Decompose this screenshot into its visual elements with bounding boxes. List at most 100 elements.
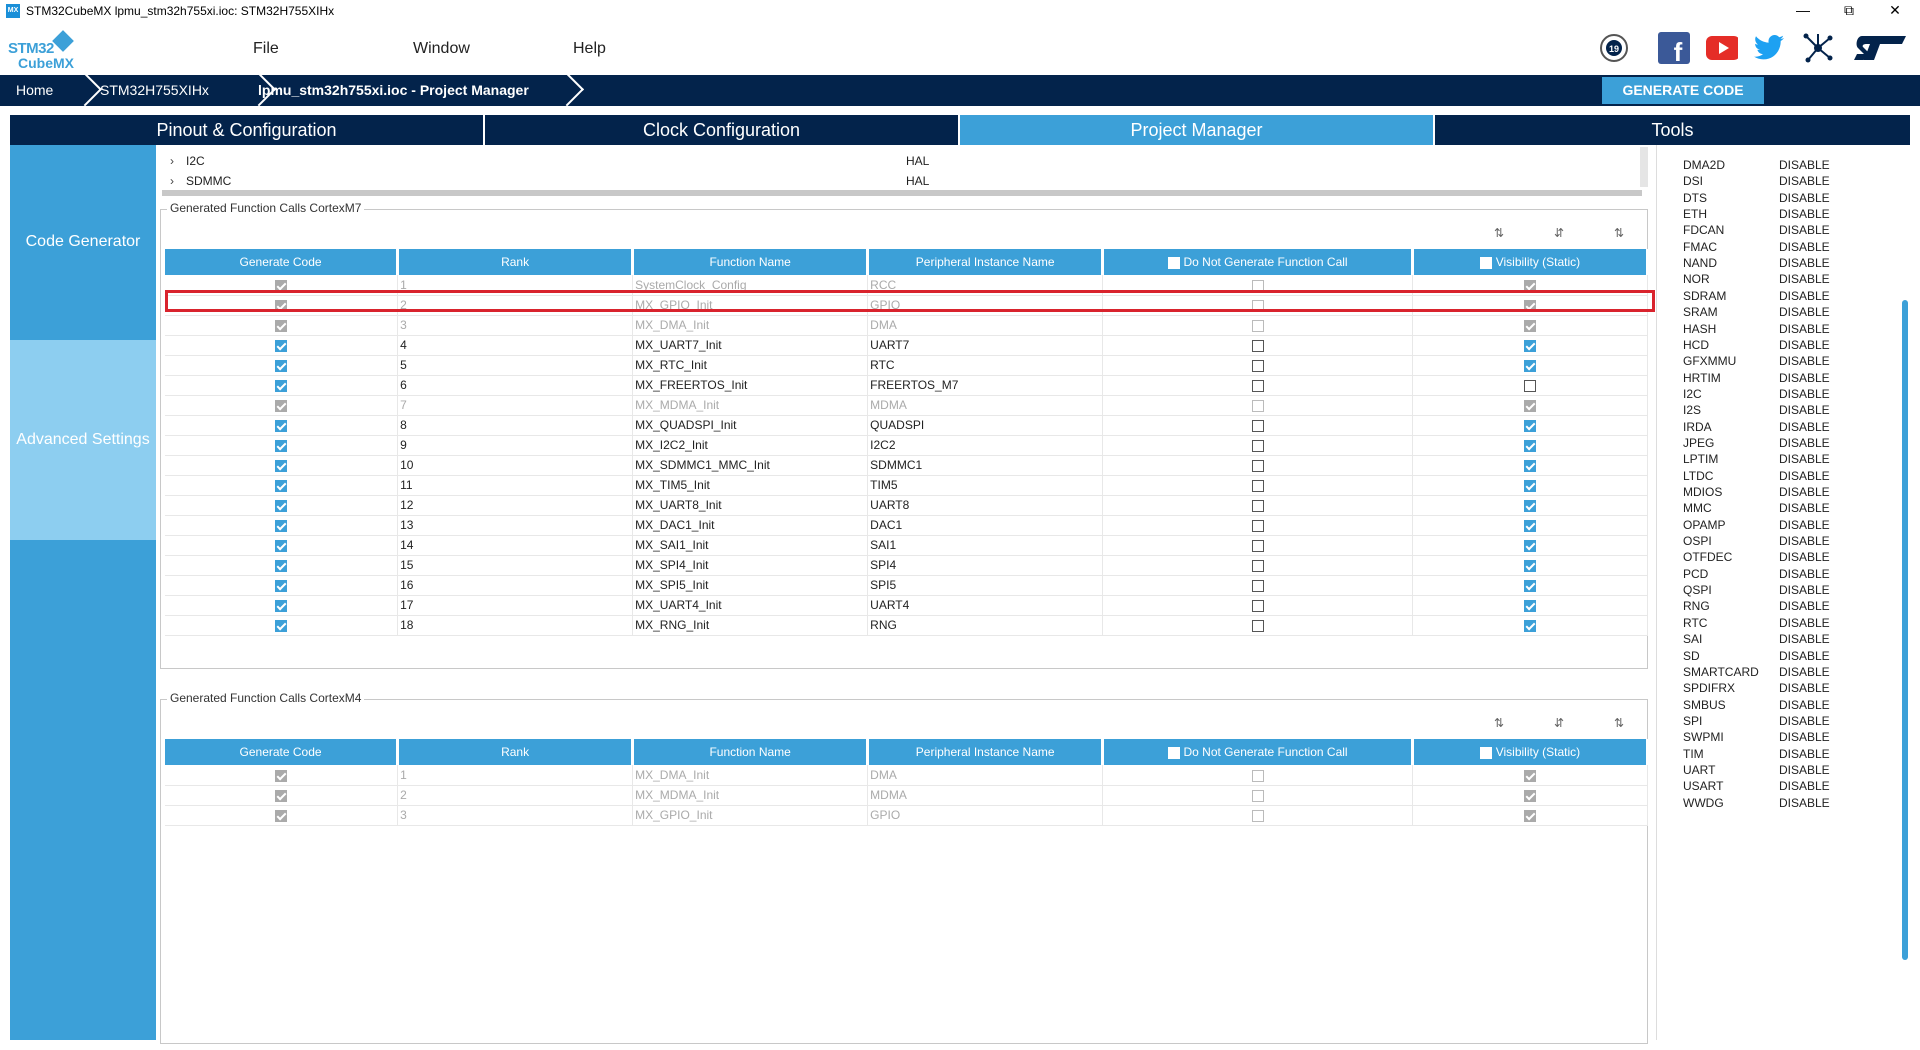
- cell-rank[interactable]: 6: [397, 375, 634, 396]
- generate-code-checkbox[interactable]: [275, 479, 288, 492]
- list-item[interactable]: WWDG DISABLE: [1683, 793, 1883, 813]
- cell-rank[interactable]: 4: [397, 335, 634, 356]
- col-function-name[interactable]: Function Name: [632, 739, 870, 765]
- cell-no-call[interactable]: [1102, 515, 1413, 536]
- cell-no-call[interactable]: [1102, 355, 1413, 376]
- table-row[interactable]: 16 MX_SPI5_Init SPI5: [165, 575, 1649, 596]
- cell-no-call[interactable]: [1102, 805, 1413, 826]
- visibility-checkbox[interactable]: [1523, 599, 1536, 612]
- cell-no-call[interactable]: [1102, 395, 1413, 416]
- table-row[interactable]: 2 MX_GPIO_Init GPIO: [165, 295, 1649, 316]
- cell-no-call[interactable]: [1102, 555, 1413, 576]
- no-call-checkbox[interactable]: [1251, 499, 1264, 512]
- cell-generate-code[interactable]: [165, 435, 399, 456]
- generate-code-checkbox[interactable]: [275, 439, 288, 452]
- no-call-checkbox[interactable]: [1251, 419, 1264, 432]
- cell-generate-code[interactable]: [165, 415, 399, 436]
- cell-rank[interactable]: 15: [397, 555, 634, 576]
- cell-rank[interactable]: 14: [397, 535, 634, 556]
- cell-generate-code[interactable]: [165, 355, 399, 376]
- col-function-name[interactable]: Function Name: [632, 249, 870, 275]
- cell-visibility[interactable]: [1412, 475, 1649, 496]
- cell-visibility[interactable]: [1412, 455, 1649, 476]
- no-call-checkbox[interactable]: [1251, 519, 1264, 532]
- cell-rank[interactable]: 7: [397, 395, 634, 416]
- cell-visibility[interactable]: [1412, 785, 1649, 806]
- menu-window[interactable]: Window: [413, 40, 470, 58]
- cell-no-call[interactable]: [1102, 415, 1413, 436]
- generate-code-checkbox[interactable]: [275, 319, 288, 332]
- cell-generate-code[interactable]: [165, 295, 399, 316]
- sort-icon[interactable]: ⇅: [1609, 226, 1629, 240]
- cell-generate-code[interactable]: [165, 475, 399, 496]
- generate-code-checkbox[interactable]: [275, 579, 288, 592]
- generate-code-button[interactable]: GENERATE CODE: [1602, 77, 1764, 104]
- table-row[interactable]: 9 MX_I2C2_Init I2C2: [165, 435, 1649, 456]
- breadcrumb-project[interactable]: lpmu_stm32h755xi.ioc - Project Manager: [258, 75, 558, 106]
- cell-rank[interactable]: 2: [397, 295, 634, 316]
- cell-generate-code[interactable]: [165, 515, 399, 536]
- col-generate-code[interactable]: Generate Code: [165, 249, 400, 275]
- cell-generate-code[interactable]: [165, 785, 399, 806]
- minimize-icon[interactable]: —: [1780, 0, 1826, 22]
- col-visibility[interactable]: Visibility (Static): [1412, 739, 1650, 765]
- visibility-checkbox[interactable]: [1523, 769, 1536, 782]
- no-call-checkbox[interactable]: [1251, 539, 1264, 552]
- col-visibility[interactable]: Visibility (Static): [1412, 249, 1650, 275]
- cell-no-call[interactable]: [1102, 495, 1413, 516]
- close-icon[interactable]: ✕: [1872, 0, 1918, 22]
- driver-value[interactable]: HAL: [906, 151, 929, 171]
- breadcrumb-device[interactable]: STM32H755XIHx: [100, 75, 250, 106]
- tab-pinout[interactable]: Pinout & Configuration: [10, 115, 485, 145]
- cell-visibility[interactable]: [1412, 615, 1649, 636]
- cell-generate-code[interactable]: [165, 765, 399, 786]
- nav-advanced-settings[interactable]: Advanced Settings: [10, 340, 156, 540]
- visibility-checkbox[interactable]: [1523, 419, 1536, 432]
- cell-no-call[interactable]: [1102, 575, 1413, 596]
- no-call-checkbox[interactable]: [1251, 399, 1264, 412]
- cell-generate-code[interactable]: [165, 495, 399, 516]
- move-up-icon[interactable]: ⇅: [1489, 226, 1509, 240]
- cell-rank[interactable]: 10: [397, 455, 634, 476]
- no-call-checkbox[interactable]: [1251, 579, 1264, 592]
- anniversary-icon[interactable]: 19: [1598, 32, 1630, 64]
- cell-visibility[interactable]: [1412, 315, 1649, 336]
- cell-rank[interactable]: 3: [397, 315, 634, 336]
- generate-code-checkbox[interactable]: [275, 359, 288, 372]
- list-item[interactable]: › I2C HAL: [162, 151, 1632, 171]
- no-call-checkbox[interactable]: [1251, 619, 1264, 632]
- cell-no-call[interactable]: [1102, 535, 1413, 556]
- generate-code-checkbox[interactable]: [275, 519, 288, 532]
- col-peripheral[interactable]: Peripheral Instance Name: [867, 739, 1105, 765]
- restore-icon[interactable]: ⧉: [1826, 0, 1872, 22]
- cell-rank[interactable]: 16: [397, 575, 634, 596]
- visibility-checkbox[interactable]: [1523, 379, 1536, 392]
- no-call-checkbox[interactable]: [1251, 809, 1264, 822]
- cell-visibility[interactable]: [1412, 575, 1649, 596]
- cell-visibility[interactable]: [1412, 295, 1649, 316]
- table-row[interactable]: 14 MX_SAI1_Init SAI1: [165, 535, 1649, 556]
- visibility-checkbox[interactable]: [1523, 809, 1536, 822]
- cell-rank[interactable]: 9: [397, 435, 634, 456]
- generate-code-checkbox[interactable]: [275, 339, 288, 352]
- generate-code-checkbox[interactable]: [275, 499, 288, 512]
- facebook-icon[interactable]: f: [1658, 32, 1690, 64]
- move-down-icon[interactable]: ⇵: [1549, 716, 1569, 730]
- generate-code-checkbox[interactable]: [275, 789, 288, 802]
- visibility-checkbox[interactable]: [1523, 459, 1536, 472]
- cell-generate-code[interactable]: [165, 575, 399, 596]
- cell-visibility[interactable]: [1412, 275, 1649, 296]
- col-peripheral[interactable]: Peripheral Instance Name: [867, 249, 1105, 275]
- generate-code-checkbox[interactable]: [275, 559, 288, 572]
- cell-rank[interactable]: 5: [397, 355, 634, 376]
- no-call-checkbox[interactable]: [1251, 479, 1264, 492]
- cell-generate-code[interactable]: [165, 455, 399, 476]
- menu-file[interactable]: File: [253, 40, 279, 58]
- cell-visibility[interactable]: [1412, 805, 1649, 826]
- move-down-icon[interactable]: ⇵: [1549, 226, 1569, 240]
- col-generate-code[interactable]: Generate Code: [165, 739, 400, 765]
- no-call-checkbox[interactable]: [1251, 279, 1264, 292]
- no-call-checkbox[interactable]: [1251, 559, 1264, 572]
- cell-rank[interactable]: 12: [397, 495, 634, 516]
- sort-icon[interactable]: ⇅: [1609, 716, 1629, 730]
